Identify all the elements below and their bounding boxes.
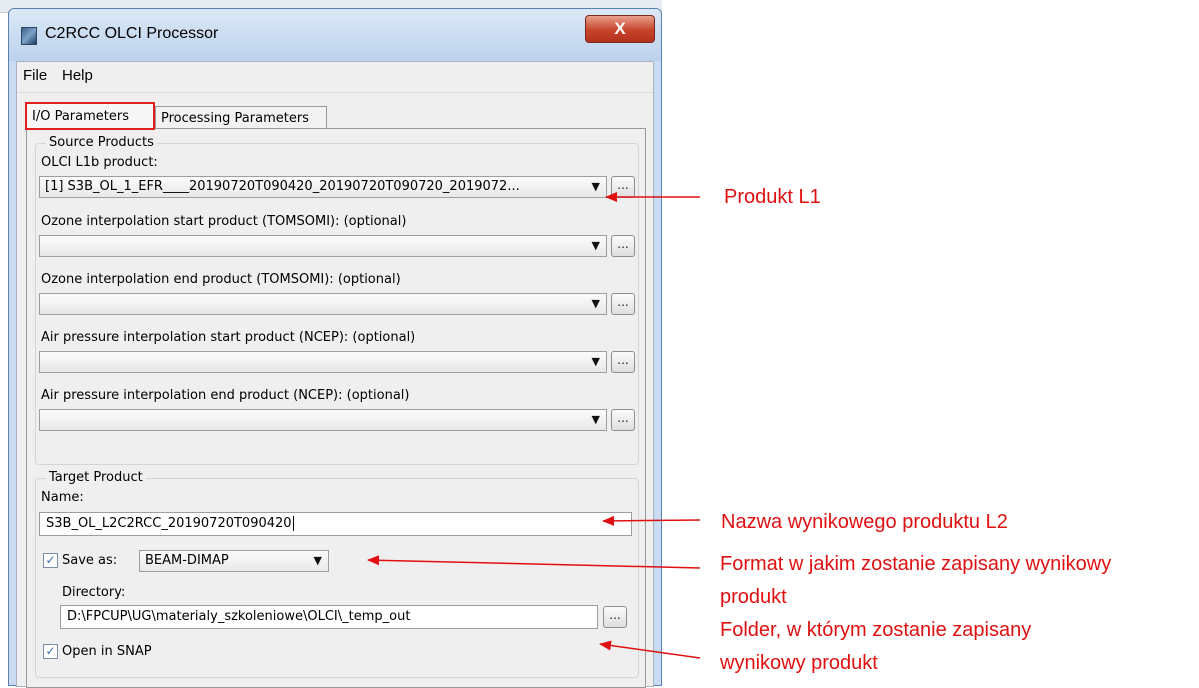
tab-io-parameters[interactable]: I/O Parameters (25, 102, 155, 130)
annotation-format-line1: Format w jakim zostanie zapisany wynikow… (720, 553, 1112, 575)
annotation-produkt-l1: Produkt L1 (724, 186, 821, 208)
annotation-folder-line2: wynikowy produkt (720, 652, 878, 674)
arrow-folder (599, 640, 701, 659)
annotation-arrows (367, 192, 701, 659)
annotation-nazwa: Nazwa wynikowego produktu L2 (721, 511, 1008, 533)
arrow-nazwa (602, 515, 701, 526)
annotation-folder-line1: Folder, w którym zostanie zapisany (720, 619, 1032, 641)
annotation-format-line2: produkt (720, 586, 787, 608)
arrow-format (367, 555, 701, 569)
